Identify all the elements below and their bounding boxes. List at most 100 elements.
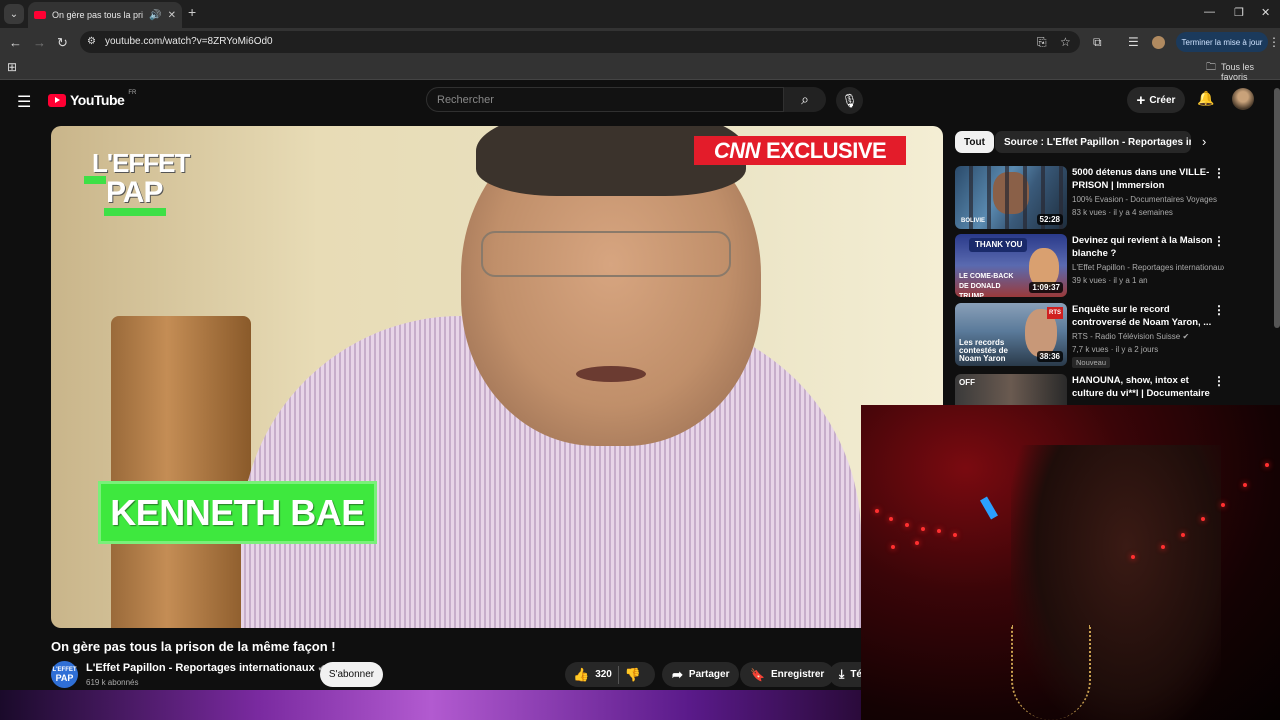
- apps-grid-icon[interactable]: ⊞: [7, 60, 17, 74]
- voice-search-button[interactable]: 🎙: [836, 87, 863, 114]
- recommendation-title[interactable]: 5000 détenus dans une VILLE-PRISON | Imm…: [1072, 166, 1217, 192]
- back-icon[interactable]: ←: [9, 35, 22, 50]
- recommendation-channel[interactable]: 100% Evasion - Documentaires Voyages: [1072, 195, 1224, 204]
- account-avatar[interactable]: [1232, 88, 1254, 110]
- webcam-overlay: [861, 405, 1280, 720]
- recommendation-channel: RTS - Radio Télévision Suisse: [1072, 332, 1181, 341]
- video-player[interactable]: L'EFFET PAP CNN EXCLUSIVE KENNETH BAE: [51, 126, 943, 628]
- channel-avatar-line2: PAP: [55, 673, 74, 683]
- webcam-light-dot: [937, 529, 941, 533]
- youtube-logo[interactable]: YouTube FR: [48, 90, 137, 108]
- subscribe-button[interactable]: S'abonner: [320, 662, 383, 687]
- chip-next-icon[interactable]: ›: [1202, 134, 1206, 149]
- maximize-icon[interactable]: ❐: [1234, 6, 1244, 19]
- video-title: On gère pas tous la prison de la même fa…: [51, 639, 336, 654]
- browser-menu-icon[interactable]: ⋮: [1268, 35, 1280, 49]
- chip-source[interactable]: Source : L'Effet Papillon - Reportages i…: [995, 131, 1191, 153]
- share-button[interactable]: ➦ Partager: [662, 662, 740, 687]
- webcam-light-dot: [1181, 533, 1185, 537]
- webcam-light-dot: [891, 545, 895, 549]
- watermark-line2: PAP: [106, 176, 163, 209]
- extensions-icon[interactable]: ⧉: [1093, 35, 1102, 50]
- recommendation-title[interactable]: Enquête sur le record controversé de Noa…: [1072, 303, 1217, 329]
- reading-list-icon[interactable]: ☰: [1128, 35, 1139, 49]
- recommendation-item[interactable]: RTS Les records contestés de Noam Yaron …: [955, 303, 1273, 368]
- recommendation-item[interactable]: OFF HANOUNA, show, intox et culture du v…: [955, 374, 1273, 405]
- search-input[interactable]: Rechercher: [426, 87, 784, 112]
- recommendation-item[interactable]: THANK YOU LE COME-BACK DE DONALD TRUMP 1…: [955, 234, 1273, 298]
- webcam-light-dot: [1201, 517, 1205, 521]
- tab-audio-icon[interactable]: 🔊: [149, 10, 161, 21]
- bookmarks-bar: [0, 56, 1280, 80]
- webcam-light-dot: [889, 517, 893, 521]
- webcam-blue-light-shape: [980, 496, 998, 520]
- watermark-line1: L'EFFET: [92, 148, 190, 178]
- plus-icon: +: [1136, 91, 1146, 109]
- thumb-caption: Les records contestés de Noam Yaron: [959, 338, 1008, 363]
- dislike-button[interactable]: 👎: [625, 667, 641, 683]
- next-content-preview: [0, 690, 862, 720]
- forward-icon[interactable]: →: [33, 35, 46, 50]
- recommendation-thumbnail[interactable]: OFF: [955, 374, 1067, 405]
- browser-tab-active[interactable]: On gère pas tous la prison de la même fa…: [28, 2, 182, 28]
- webcam-light-dot: [875, 509, 879, 513]
- save-playlist-icon: 🔖: [750, 667, 765, 682]
- webcam-light-dot: [905, 523, 909, 527]
- recommendation-thumbnail[interactable]: BOLIVIE 52:28: [955, 166, 1067, 229]
- thumbs-down-icon: 👎: [624, 666, 642, 682]
- recommendation-title[interactable]: HANOUNA, show, intox et culture du vi**l…: [1072, 374, 1217, 400]
- more-actions-icon[interactable]: ⋮: [1213, 303, 1225, 317]
- like-count: 320: [595, 669, 612, 680]
- tab-search-dropdown-icon[interactable]: ⌄: [4, 4, 24, 24]
- video-duration: 1:09:37: [1029, 282, 1063, 293]
- notifications-bell-icon[interactable]: 🔔: [1197, 90, 1214, 107]
- folder-icon: 🗀: [1206, 62, 1216, 73]
- recommendation-channel[interactable]: L'Effet Papillon - Reportages internatio…: [1072, 263, 1224, 272]
- like-button[interactable]: 👍 320: [573, 667, 612, 683]
- create-button[interactable]: + Créer: [1127, 87, 1185, 113]
- tab-close-icon[interactable]: ✕: [168, 10, 176, 21]
- youtube-favicon-icon: [34, 11, 46, 19]
- more-actions-icon[interactable]: ⋮: [1213, 166, 1225, 180]
- install-app-icon[interactable]: ⎘: [1037, 35, 1047, 50]
- video-duration: 52:28: [1036, 214, 1063, 225]
- save-label: Enregistrer: [770, 669, 825, 680]
- recommendation-thumbnail[interactable]: THANK YOU LE COME-BACK DE DONALD TRUMP 1…: [955, 234, 1067, 297]
- site-info-icon[interactable]: ⚙: [87, 36, 96, 47]
- recommendation-item[interactable]: BOLIVIE 52:28 5000 détenus dans une VILL…: [955, 166, 1273, 230]
- address-url: youtube.com/watch?v=8ZRYoMi6Od0: [105, 36, 273, 47]
- update-button[interactable]: Terminer la mise à jour: [1176, 32, 1268, 52]
- webcam-chain-shape: [1011, 625, 1091, 720]
- more-actions-icon[interactable]: ⋮: [1213, 374, 1225, 388]
- page-scrollbar[interactable]: [1274, 88, 1280, 328]
- video-person-glasses: [481, 231, 731, 277]
- chip-all[interactable]: Tout: [955, 131, 994, 153]
- reload-icon[interactable]: ↻: [57, 35, 68, 51]
- channel-name-link[interactable]: L'Effet Papillon - Reportages internatio…: [86, 662, 325, 674]
- recommendation-title[interactable]: Devinez qui revient à la Maison blanche …: [1072, 234, 1217, 260]
- search-button[interactable]: ⌕: [784, 87, 826, 112]
- window-close-icon[interactable]: ✕: [1261, 6, 1270, 19]
- save-button[interactable]: 🔖 Enregistrer: [740, 662, 835, 687]
- new-tab-button[interactable]: +: [188, 4, 196, 20]
- webcam-light-dot: [915, 541, 919, 545]
- cnn-exclusive-banner: CNN EXCLUSIVE: [694, 136, 906, 165]
- recommendation-channel-link[interactable]: RTS - Radio Télévision Suisse ✔: [1072, 332, 1224, 341]
- video-duration: 38:36: [1036, 351, 1063, 362]
- new-badge: Nouveau: [1072, 357, 1111, 368]
- guide-menu-icon[interactable]: ☰: [17, 92, 31, 112]
- browser-tab-title: On gère pas tous la prison de la même fa…: [52, 10, 144, 20]
- channel-avatar[interactable]: L'EFFET PAP: [51, 661, 78, 688]
- all-bookmarks-link[interactable]: Tous les favoris: [1221, 62, 1280, 82]
- region-code: FR: [128, 90, 137, 96]
- youtube-play-icon: [48, 93, 66, 107]
- like-separator: [617, 665, 619, 684]
- thumbs-up-icon: 👍: [573, 666, 590, 682]
- recommendation-thumbnail[interactable]: RTS Les records contestés de Noam Yaron …: [955, 303, 1067, 366]
- thumb-channel-tag: RTS: [1047, 307, 1063, 319]
- bookmark-star-icon[interactable]: ☆: [1060, 35, 1071, 49]
- channel-watermark-logo: L'EFFET PAP: [84, 146, 190, 218]
- more-actions-icon[interactable]: ⋮: [1213, 234, 1225, 248]
- profile-avatar-icon[interactable]: [1152, 36, 1165, 49]
- minimize-icon[interactable]: —: [1204, 6, 1215, 18]
